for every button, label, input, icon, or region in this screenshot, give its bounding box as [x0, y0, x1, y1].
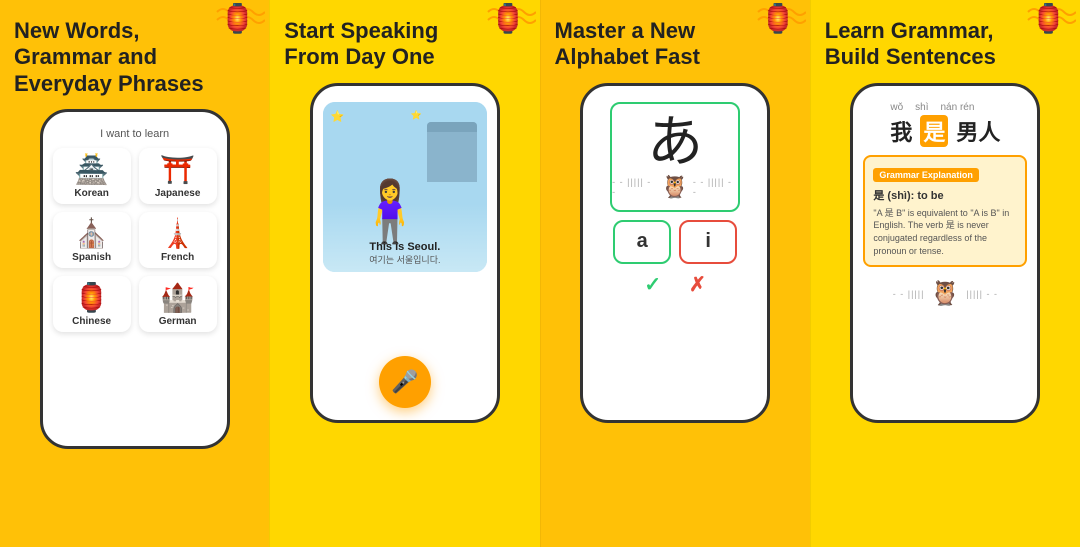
- panel-speaking: 🏮 Start Speaking From Day One 🧍‍♀️ ⭐ ⭐ T…: [269, 0, 539, 547]
- mascot-1: 🦉: [661, 174, 688, 200]
- german-icon: 🏰: [160, 284, 195, 312]
- star-2: ⭐: [411, 110, 422, 121]
- lang-card-spanish[interactable]: ⛪ Spanish: [53, 212, 131, 268]
- speaking-screen: 🧍‍♀️ ⭐ ⭐ This is Seoul. 여기는 서울입니다.: [323, 102, 487, 272]
- mic-icon: 🎤: [391, 369, 418, 395]
- lang-card-korean[interactable]: 🏯 Korean: [53, 148, 131, 204]
- french-icon: 🗼: [160, 220, 195, 248]
- panel-alphabet: 🏮 Master a New Alphabet Fast あ - - |||||…: [540, 0, 810, 547]
- speech-korean: 여기는 서울입니다.: [369, 253, 440, 266]
- panel-3-title: Master a New Alphabet Fast: [555, 18, 796, 71]
- chinese-label: Chinese: [72, 316, 111, 327]
- phone-mockup-4: wǒ shì nán rén 我 是 男人 Grammar Explanatio…: [850, 83, 1040, 423]
- lang-card-japanese[interactable]: ⛩️ Japanese: [139, 148, 217, 204]
- phone-mockup-1: I want to learn 🏯 Korean ⛩️ Japanese ⛪ S…: [40, 109, 230, 449]
- verdict-row: ✓ ✗: [644, 272, 706, 297]
- spanish-label: Spanish: [72, 252, 111, 263]
- korean-icon: 🏯: [74, 156, 109, 184]
- mascot-icon: 🦉: [930, 279, 960, 308]
- lang-card-french[interactable]: 🗼 French: [139, 212, 217, 268]
- pinyin-1: wǒ: [890, 102, 903, 113]
- chinese-icon: 🏮: [74, 284, 109, 312]
- japanese-icon: ⛩️: [160, 156, 195, 184]
- character-display: あ: [647, 114, 703, 170]
- pinyin-2: shì: [915, 102, 928, 113]
- mic-container: 🎤: [379, 288, 431, 408]
- pinyin-3: nán rén: [940, 102, 974, 113]
- char-nanren: 男人: [956, 115, 1000, 147]
- x-icon: ✗: [689, 272, 706, 297]
- language-grid: 🏯 Korean ⛩️ Japanese ⛪ Spanish 🗼 French …: [53, 148, 217, 332]
- answer-row: a i: [593, 220, 757, 264]
- german-label: German: [159, 316, 197, 327]
- checkmark-icon: ✓: [644, 272, 661, 297]
- panel-2-title: Start Speaking From Day One: [284, 18, 525, 71]
- grammar-term: 是 (shì): to be: [873, 187, 1017, 203]
- spanish-icon: ⛪: [74, 220, 109, 248]
- character-card: あ - - ||||| - - 🦉 - - ||||| - -: [610, 102, 740, 212]
- char-footer: - - ||||| - - 🦉 - - ||||| - -: [612, 174, 738, 200]
- char-shi: 是: [920, 115, 948, 147]
- lang-card-german[interactable]: 🏰 German: [139, 276, 217, 332]
- phone-mockup-3: あ - - ||||| - - 🦉 - - ||||| - - a i ✓ ✗: [580, 83, 770, 423]
- korean-label: Korean: [74, 188, 108, 199]
- audio-waves-1: - - ||||| - -: [612, 177, 657, 197]
- audio-waves-2: - - ||||| - -: [693, 177, 738, 197]
- building-silhouette: [427, 122, 477, 182]
- panel-4-title: Learn Grammar, Build Sentences: [825, 18, 1066, 71]
- audio-wave-right: ||||| - -: [966, 289, 998, 299]
- phone-mockup-2: 🧍‍♀️ ⭐ ⭐ This is Seoul. 여기는 서울입니다. 🎤: [310, 83, 500, 423]
- audio-mascot-row: - - ||||| 🦉 ||||| - -: [893, 279, 998, 308]
- answer-card-a[interactable]: a: [613, 220, 671, 264]
- alphabet-screen: あ - - ||||| - - 🦉 - - ||||| - - a i ✓ ✗: [593, 102, 757, 297]
- speech-english: This is Seoul.: [369, 241, 440, 253]
- chinese-sentence: wǒ shì nán rén 我 是 男人: [890, 102, 1000, 147]
- char-wo: 我: [890, 115, 912, 147]
- speech-area: This is Seoul. 여기는 서울입니다.: [369, 241, 440, 266]
- panel-vocabulary: 🏮 New Words, Grammar and Everyday Phrase…: [0, 0, 269, 547]
- person-figure: 🧍‍♀️: [353, 182, 428, 242]
- pinyin-row: wǒ shì nán rén: [890, 102, 1000, 113]
- answer-card-i[interactable]: i: [679, 220, 737, 264]
- japanese-label: Japanese: [155, 188, 201, 199]
- french-label: French: [161, 252, 194, 263]
- star-1: ⭐: [331, 110, 345, 123]
- panel-1-title: New Words, Grammar and Everyday Phrases: [14, 18, 255, 97]
- panel-grammar: 🏮 Learn Grammar, Build Sentences wǒ shì …: [810, 0, 1080, 547]
- learn-label: I want to learn: [100, 128, 169, 140]
- grammar-description: "A 是 B" is equivalent to "A is B" in Eng…: [873, 207, 1017, 257]
- lang-card-chinese[interactable]: 🏮 Chinese: [53, 276, 131, 332]
- grammar-screen: wǒ shì nán rén 我 是 男人 Grammar Explanatio…: [863, 102, 1027, 308]
- audio-wave-left: - - |||||: [893, 289, 925, 299]
- grammar-box-title: Grammar Explanation: [873, 168, 979, 182]
- grammar-explanation-box: Grammar Explanation 是 (shì): to be "A 是 …: [863, 155, 1027, 267]
- chinese-chars-row: 我 是 男人: [890, 115, 1000, 147]
- mic-button[interactable]: 🎤: [379, 356, 431, 408]
